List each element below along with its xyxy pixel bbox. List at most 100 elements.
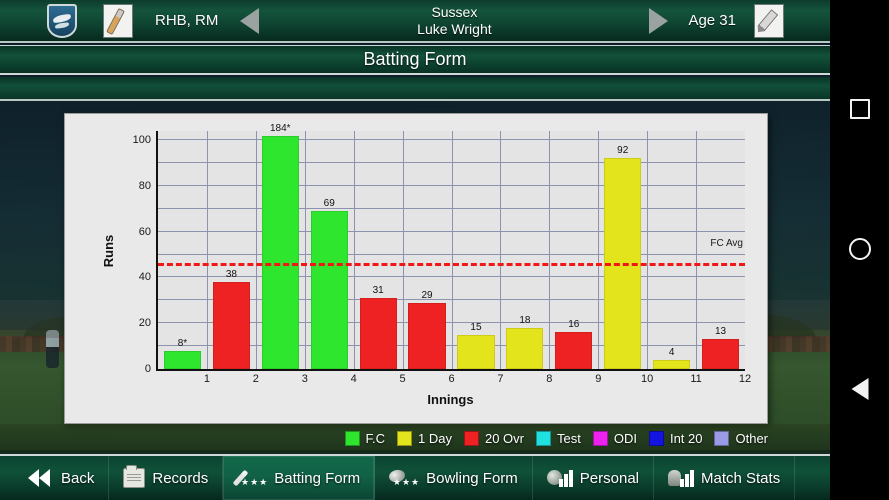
- x-tick-label: 3: [301, 373, 308, 385]
- legend-swatch: [592, 430, 608, 446]
- y-tick-label: 40: [138, 271, 151, 284]
- system-navigation-bar: [830, 0, 889, 500]
- gridline-v: [402, 131, 404, 369]
- circle-icon[interactable]: [848, 238, 871, 260]
- legend-item: F.C: [344, 430, 386, 446]
- pencil-glyph: [755, 9, 779, 35]
- legend-label: Int 20: [669, 430, 703, 446]
- bar-value-label: 29: [421, 289, 433, 301]
- mini-bar: [680, 479, 684, 487]
- x-tick-label: 7: [497, 373, 504, 385]
- nav-item-back[interactable]: Back: [0, 456, 110, 500]
- x-tick-label: 8: [546, 373, 553, 385]
- mini-bar: [558, 479, 563, 487]
- gridline-v: [549, 131, 551, 369]
- cricket-bat-icon[interactable]: [103, 3, 133, 38]
- nav-item-label: Match Stats: [701, 469, 781, 487]
- arrow-left-icon[interactable]: [240, 7, 260, 34]
- legend-label: F.C: [365, 430, 386, 446]
- pencil-icon[interactable]: [754, 3, 784, 38]
- bar-value-label: 38: [225, 269, 237, 281]
- nav-item-label: Back: [61, 469, 95, 487]
- gridline-v: [696, 131, 698, 369]
- x-tick-label: 1: [203, 373, 210, 385]
- bar: [408, 302, 446, 369]
- mini-bar: [568, 470, 573, 487]
- bar: [555, 332, 593, 369]
- star-glyph: ★: [411, 477, 420, 487]
- bar-value-label: 4: [668, 346, 675, 358]
- mini-bar: [690, 470, 694, 487]
- app-screen: RHB, RM Sussex Luke Wright Age 31 Battin…: [0, 0, 830, 500]
- nav-item-match-stats[interactable]: Match Stats: [654, 456, 796, 500]
- bar: [359, 298, 397, 369]
- star-glyph: ★: [401, 477, 411, 487]
- legend-item: Test: [535, 430, 581, 446]
- triangle-left-icon[interactable]: [851, 378, 868, 400]
- reference-line: [158, 263, 745, 267]
- records-book-icon: [123, 465, 146, 488]
- gridline-v: [255, 131, 257, 369]
- y-tick-label: 60: [138, 225, 151, 238]
- bar-value-label: 184*: [269, 122, 291, 134]
- handedness-label: RHB, RM: [155, 12, 219, 29]
- mini-bar: [563, 474, 568, 487]
- x-tick-label: 10: [641, 373, 654, 385]
- x-tick-label: 6: [448, 373, 455, 385]
- ball-stars-icon: ★ ★ ★: [388, 468, 419, 488]
- x-tick-label: 4: [350, 373, 357, 385]
- x-tick-label: 11: [690, 373, 702, 385]
- nav-item-records[interactable]: Records: [109, 456, 224, 500]
- shield-icon[interactable]: [47, 3, 77, 38]
- legend-swatch: [648, 430, 664, 446]
- team-label: Sussex: [431, 4, 478, 21]
- gridline-v: [304, 131, 306, 369]
- bar-value-label: 69: [323, 198, 335, 210]
- star-glyph: ★: [392, 477, 401, 487]
- chart-panel: Runs 8* 38 184* 69 31 29 15 18 16 92 4 13 FC Avg 02…: [64, 113, 768, 424]
- y-axis-label: Runs: [100, 234, 116, 268]
- mini-bar: [685, 474, 689, 487]
- nav-item-label: Bowling Form: [426, 469, 518, 487]
- legend-label: Test: [556, 430, 581, 446]
- bar: [212, 282, 250, 369]
- nav-item-label: Batting Form: [274, 469, 361, 487]
- glove-barchart-icon: [668, 468, 694, 488]
- bar: [653, 359, 691, 369]
- x-axis-label: Innings: [427, 392, 474, 407]
- legend-item: Int 20: [648, 430, 703, 446]
- nav-item-label: Personal: [579, 469, 639, 487]
- bar-value-label: 31: [372, 285, 384, 297]
- nav-item-bowling-form[interactable]: ★ ★ ★ Bowling Form: [375, 456, 533, 500]
- page-title: Batting Form: [0, 45, 830, 75]
- player-name-label: Luke Wright: [417, 20, 492, 37]
- legend-item: 20 Ovr: [463, 430, 524, 446]
- bar: [163, 350, 202, 369]
- legend-item: Other: [714, 430, 768, 446]
- age-label: Age 31: [688, 12, 736, 29]
- x-tick-label: 5: [399, 373, 406, 385]
- bar-value-label: 92: [617, 145, 629, 157]
- nav-item-batting-form[interactable]: ★ ★ ★ Batting Form: [223, 456, 376, 500]
- bar: [506, 327, 544, 369]
- chart-legend: F.C 1 Day 20 Ovr Test ODI Int 20 Other: [0, 424, 830, 452]
- star-glyph: ★: [259, 477, 268, 487]
- nav-item-personal[interactable]: Personal: [533, 456, 654, 500]
- x-tick-label: 2: [252, 373, 259, 385]
- legend-label: ODI: [613, 430, 637, 446]
- bat-stars-icon: ★ ★ ★: [232, 468, 268, 488]
- bottom-navbar: Back Records ★ ★ ★ Batting Form ★ ★ ★ Bowling For…: [0, 454, 830, 500]
- square-icon[interactable]: [849, 99, 870, 119]
- legend-label: 1 Day: [418, 430, 452, 446]
- legend-item: ODI: [592, 430, 637, 446]
- legend-swatch: [535, 430, 551, 446]
- bar: [261, 135, 299, 369]
- bar: [457, 334, 495, 369]
- bar-value-label: 18: [519, 314, 531, 326]
- bar-value-label: 8*: [177, 337, 188, 349]
- arrow-right-icon[interactable]: [649, 7, 669, 34]
- x-tick-label: 12: [738, 373, 752, 385]
- gridline-v: [598, 131, 600, 369]
- stars-icon: ★ ★ ★: [393, 478, 419, 487]
- bat-glyph: [106, 7, 125, 35]
